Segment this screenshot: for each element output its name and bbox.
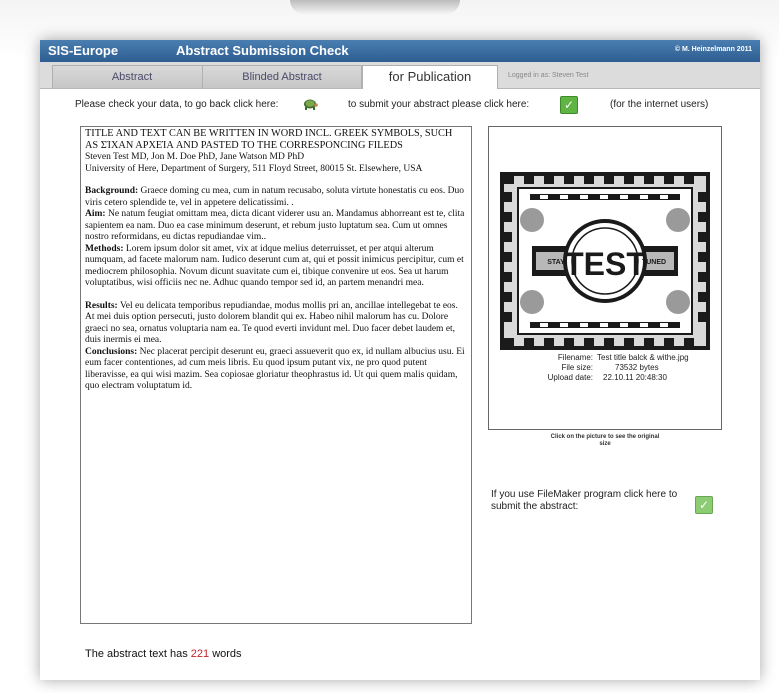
- click-picture-note: Click on the picture to see the original…: [550, 434, 660, 447]
- upload-date-label: Upload date:: [547, 373, 593, 382]
- abstract-affiliation: University of Here, Department of Surger…: [85, 163, 423, 174]
- filesize-value: 73532 bytes: [615, 363, 659, 372]
- turtle-icon[interactable]: [302, 96, 318, 110]
- filename-value: Test title balck & withe.jpg: [597, 353, 689, 362]
- abstract-section-background: Background: Graece doming cu mea, cum in…: [85, 186, 464, 208]
- abstract-authors: Steven Test MD, Jon M. Doe PhD, Jane Wat…: [85, 152, 305, 162]
- logged-in-status: Logged in as: Steven Test: [508, 72, 589, 79]
- header-bar: SIS-Europe Abstract Submission Check © M…: [40, 40, 760, 62]
- abstract-title: TITLE AND TEXT CAN BE WRITTEN IN WORD IN…: [85, 128, 453, 139]
- abstract-section-methods: Methods: Lorem ipsum dolor sit amet, vix…: [85, 243, 464, 289]
- checkmark-icon: ✓: [698, 498, 710, 512]
- image-preview[interactable]: TEST STAY TUNED Filename: Test title balc…: [488, 126, 722, 430]
- abstract-title: AS ΣΊΧΑΝ ΑΡΧΕΊΑ AND PASTED TO THE CORRES…: [85, 140, 403, 151]
- abstract-section-conclusions: Conclusions: Nec placerat percipit deser…: [85, 346, 465, 392]
- app-name: SIS-Europe: [48, 43, 119, 58]
- tab-abstract[interactable]: Abstract: [52, 65, 212, 88]
- svg-text:TEST: TEST: [564, 246, 646, 282]
- tab-bar: Abstract Blinded Abstract for Publicatio…: [40, 62, 760, 89]
- svg-text:TUNED: TUNED: [642, 259, 666, 266]
- svg-text:STAY: STAY: [547, 259, 565, 266]
- word-count-number: 221: [190, 648, 210, 660]
- internet-users-note: (for the internet users): [610, 99, 709, 110]
- filemaker-text: If you use FileMaker program click here …: [491, 489, 678, 512]
- upload-date-value: 22.10.11 20:48:30: [603, 373, 667, 382]
- check-bar: Please check your data, to go back click…: [40, 88, 760, 116]
- word-count: The abstract text has 221 words: [85, 648, 242, 660]
- page-title: Abstract Submission Check: [176, 43, 349, 58]
- app-window: SIS-Europe Abstract Submission Check © M…: [40, 40, 760, 680]
- abstract-section-aim: Aim: Ne natum feugiat omittam mea, dicta…: [85, 209, 465, 242]
- copyright-text: © M. Heinzelmann 2011: [674, 46, 752, 53]
- checkmark-icon: ✓: [563, 98, 575, 112]
- go-back-text: Please check your data, to go back click…: [75, 99, 279, 110]
- word-count-suffix: words: [212, 648, 242, 660]
- filesize-label: File size:: [561, 363, 593, 372]
- word-count-prefix: The abstract text has: [85, 648, 188, 660]
- abstract-section-results: Results: Vel eu delicata temporibus repu…: [85, 300, 458, 346]
- submit-text: to submit your abstract please click her…: [348, 99, 530, 110]
- filemaker-submit-button[interactable]: ✓: [695, 496, 713, 514]
- tab-blinded-abstract[interactable]: Blinded Abstract: [202, 65, 362, 88]
- file-info: Filename: Test title balck & withe.jpg Fi…: [489, 353, 723, 383]
- tab-for-publication[interactable]: for Publication: [362, 65, 498, 89]
- abstract-text-box: TITLE AND TEXT CAN BE WRITTEN IN WORD IN…: [80, 126, 472, 624]
- submit-abstract-button[interactable]: ✓: [560, 96, 578, 114]
- test-card-image[interactable]: TEST STAY TUNED: [500, 172, 710, 350]
- filename-label: Filename:: [557, 353, 593, 362]
